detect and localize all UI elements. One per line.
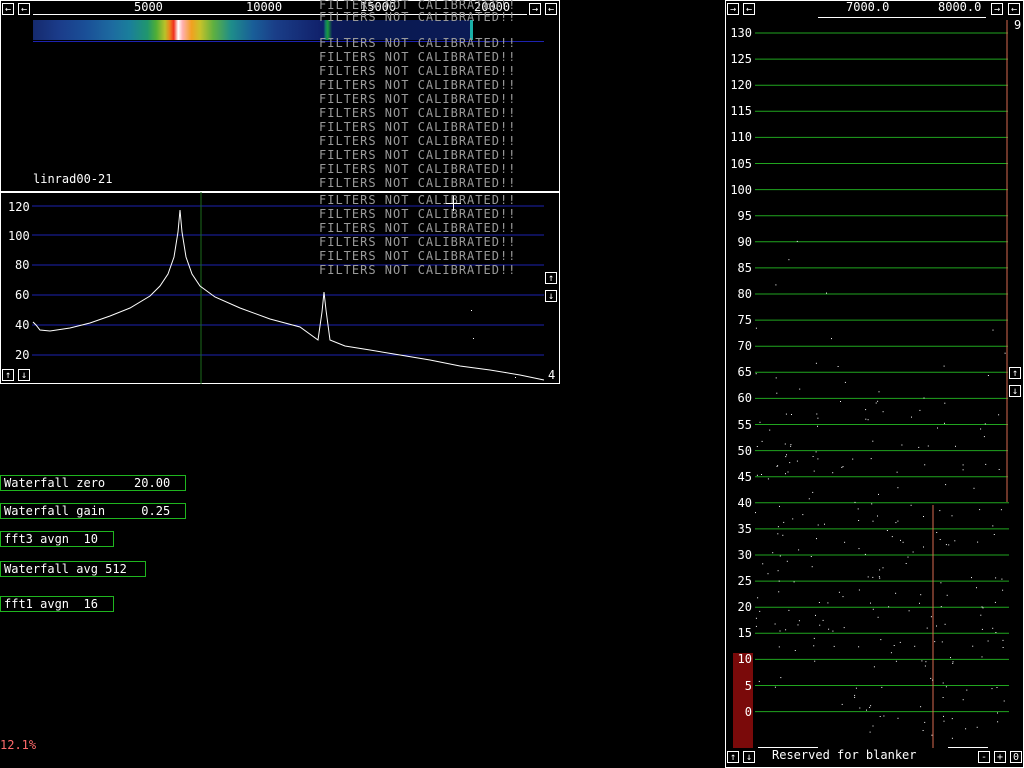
- filters-warning: FILTERS NOT CALIBRATED!!: [319, 162, 517, 176]
- filters-warning: FILTERS NOT CALIBRATED!!: [319, 148, 517, 162]
- scale-number: 4: [548, 368, 556, 382]
- right-y-label: 0: [744, 704, 752, 719]
- cpu-load: 12.1%: [0, 738, 37, 752]
- right-y-label: 85: [737, 260, 752, 275]
- right-y-label: 60: [737, 391, 752, 406]
- fft3-avgn-param[interactable]: fft3 avgn 10: [0, 531, 114, 547]
- freq-tick-label: 5000: [134, 0, 163, 14]
- filters-warning: FILTERS NOT CALIBRATED!!: [319, 92, 517, 106]
- filters-warning: FILTERS NOT CALIBRATED!!: [319, 207, 517, 221]
- right-y-label: 20: [737, 600, 752, 615]
- filters-warning: FILTERS NOT CALIBRATED!!: [319, 235, 517, 249]
- program-label: linrad00-21: [33, 172, 113, 186]
- right-y-label: 55: [737, 417, 752, 432]
- down-arrow-button[interactable]: ↓: [545, 290, 557, 302]
- down-arrow-button-r2[interactable]: ↓: [743, 751, 755, 763]
- right-y-label: 100: [730, 182, 752, 197]
- right-y-label: 50: [737, 443, 752, 458]
- spectrum-y-label: 20: [15, 348, 30, 362]
- spectrum-y-label: 100: [8, 229, 30, 243]
- left-arrow-button[interactable]: ←: [2, 3, 14, 15]
- waterfall-gain-param[interactable]: Waterfall gain 0.25: [0, 503, 186, 519]
- filters-warning: FILTERS NOT CALIBRATED!!: [319, 36, 517, 50]
- right-y-label: 45: [737, 469, 752, 484]
- filters-warning: FILTERS NOT CALIBRATED!!: [319, 64, 517, 78]
- filters-warning: FILTERS NOT CALIBRATED!!: [319, 10, 517, 24]
- filters-warning: FILTERS NOT CALIBRATED!!: [319, 193, 517, 207]
- waterfall-zero-param[interactable]: Waterfall zero 20.00: [0, 475, 186, 491]
- right-arrow-button-r2[interactable]: →: [991, 3, 1003, 15]
- filters-warning: FILTERS NOT CALIBRATED!!: [319, 120, 517, 134]
- filters-warning: FILTERS NOT CALIBRATED!!: [319, 176, 517, 190]
- right-y-label: 5: [744, 678, 752, 693]
- right-y-label: 75: [737, 313, 752, 328]
- left-arrow-button-2[interactable]: ←: [18, 3, 30, 15]
- right-freq-tick-label: 7000.0: [846, 0, 890, 14]
- left-arrow-button-3[interactable]: ←: [545, 3, 557, 15]
- crosshair-cursor-v: [453, 196, 454, 211]
- filters-warning: FILTERS NOT CALIBRATED!!: [319, 134, 517, 148]
- spectrum-y-label: 40: [15, 318, 30, 332]
- filters-warning: FILTERS NOT CALIBRATED!!: [319, 106, 517, 120]
- up-arrow-button-2[interactable]: ↑: [2, 369, 14, 381]
- right-y-label: 95: [737, 208, 752, 223]
- filters-warning: FILTERS NOT CALIBRATED!!: [319, 249, 517, 263]
- right-y-label: 15: [737, 626, 752, 641]
- right-arrow-button-r[interactable]: →: [727, 3, 739, 15]
- right-y-label: 25: [737, 574, 752, 589]
- right-y-label: 40: [737, 495, 752, 510]
- right-y-label: 125: [730, 52, 752, 67]
- right-y-label: 35: [737, 521, 752, 536]
- spectrum-y-label: 120: [8, 200, 30, 214]
- blanker-line-right: [948, 747, 988, 748]
- up-arrow-button-r2[interactable]: ↑: [727, 751, 739, 763]
- up-arrow-button-r[interactable]: ↑: [1009, 367, 1021, 379]
- waterfall-avg-param[interactable]: Waterfall avg 512: [0, 561, 146, 577]
- fft1-avgn-param[interactable]: fft1 avgn 16: [0, 596, 114, 612]
- spectrum-y-label: 80: [15, 258, 30, 272]
- left-arrow-button-r[interactable]: ←: [743, 3, 755, 15]
- right-y-label: 90: [737, 234, 752, 249]
- right-y-label: 105: [730, 156, 752, 171]
- filters-warning: FILTERS NOT CALIBRATED!!: [319, 78, 517, 92]
- right-y-label: 70: [737, 339, 752, 354]
- filters-warning: FILTERS NOT CALIBRATED!!: [319, 50, 517, 64]
- right-freq-scale-line: [818, 17, 986, 18]
- right-y-label: 80: [737, 287, 752, 301]
- down-arrow-button-2[interactable]: ↓: [18, 369, 30, 381]
- right-y-label: 110: [730, 130, 752, 145]
- right-y-label: 130: [730, 26, 752, 40]
- right-y-label: 115: [730, 104, 752, 119]
- freq-tick-label: 10000: [246, 0, 283, 14]
- up-arrow-button[interactable]: ↑: [545, 272, 557, 284]
- right-y-label: 65: [737, 365, 752, 380]
- right-y-label: 120: [730, 78, 752, 93]
- right-y-label: 30: [737, 548, 752, 562]
- down-arrow-button-r[interactable]: ↓: [1009, 385, 1021, 397]
- right-arrow-button[interactable]: →: [529, 3, 541, 15]
- left-arrow-button-r2[interactable]: ←: [1008, 3, 1020, 15]
- spectrum-y-label: 60: [15, 288, 30, 302]
- blanker-label: Reserved for blanker: [772, 748, 917, 762]
- plus-button[interactable]: +: [994, 751, 1006, 763]
- right-y-label: 10: [737, 652, 752, 667]
- filters-warning: FILTERS NOT CALIBRATED!!: [319, 263, 517, 277]
- zero-button[interactable]: 0: [1010, 751, 1022, 763]
- minus-button[interactable]: -: [978, 751, 990, 763]
- timing-graph: [733, 20, 1009, 748]
- filters-warning: FILTERS NOT CALIBRATED!!: [319, 221, 517, 235]
- right-freq-tick-label: 8000.0: [938, 0, 982, 14]
